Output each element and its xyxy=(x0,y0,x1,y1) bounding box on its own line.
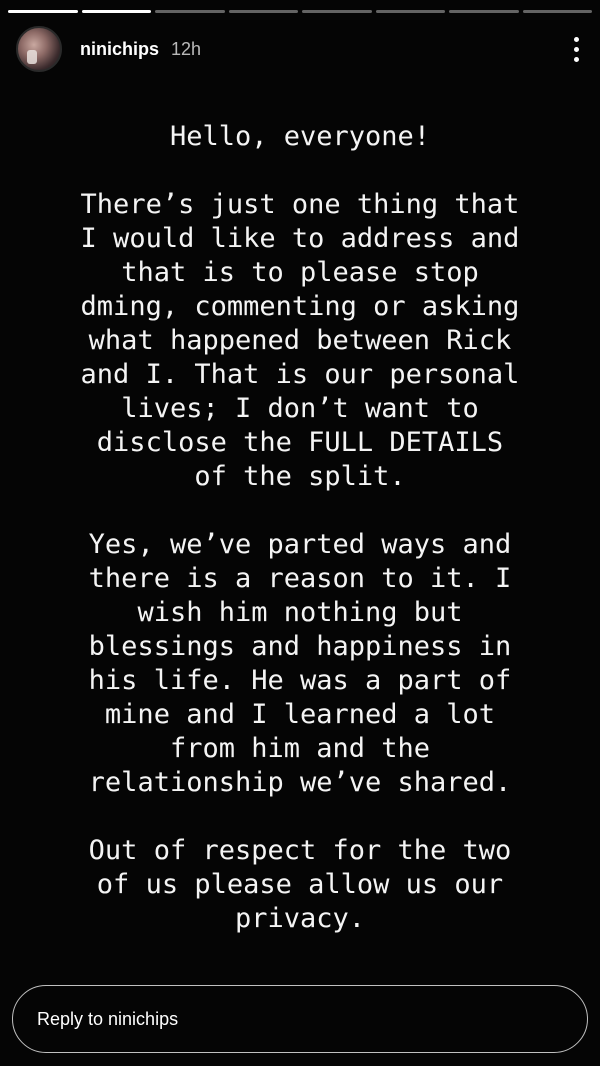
story-paragraph: Out of respect for the two of us please … xyxy=(88,835,512,934)
progress-segment xyxy=(375,10,445,13)
story-viewer[interactable]: ninichips 12h Hello, everyone! There’s j… xyxy=(0,0,600,1066)
username-label[interactable]: ninichips xyxy=(80,39,159,60)
story-text-content: Hello, everyone! There’s just one thing … xyxy=(40,120,560,970)
timestamp-label: 12h xyxy=(171,38,202,59)
story-paragraph: There’s just one thing that I would like… xyxy=(80,189,520,492)
progress-segment xyxy=(522,10,592,13)
reply-placeholder: Reply to ninichips xyxy=(37,1008,179,1029)
progress-segment xyxy=(81,10,151,13)
progress-segment xyxy=(228,10,298,13)
progress-segment xyxy=(449,10,519,13)
story-header: ninichips 12h xyxy=(16,26,586,72)
story-progress-bar xyxy=(8,10,592,13)
profile-avatar[interactable] xyxy=(16,26,62,72)
reply-input[interactable]: Reply to ninichips xyxy=(12,985,588,1053)
progress-segment xyxy=(155,10,225,13)
progress-segment xyxy=(302,10,372,13)
vertical-dots-icon[interactable] xyxy=(566,34,586,64)
story-paragraph: Hello, everyone! xyxy=(169,121,431,152)
story-paragraph: Yes, we’ve parted ways and there is a re… xyxy=(88,529,512,798)
progress-segment xyxy=(8,10,78,13)
